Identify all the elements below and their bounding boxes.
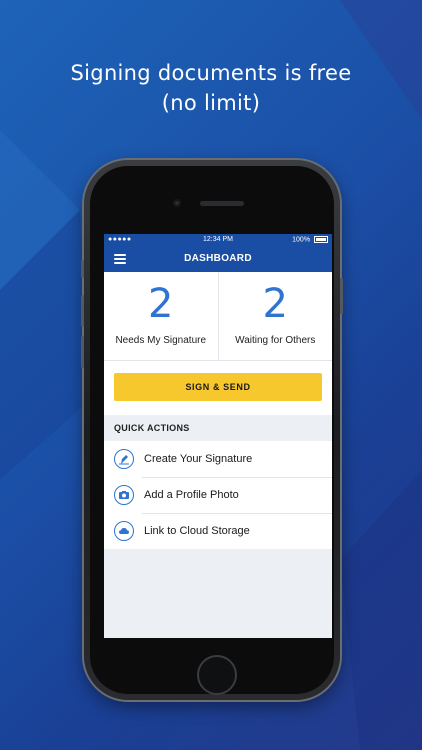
count-label: Needs My Signature <box>115 335 207 346</box>
status-bar: ●●●●● 12:34 PM 100% <box>104 234 332 246</box>
quick-action-add-profile-photo[interactable]: Add a Profile Photo <box>104 477 332 513</box>
quick-action-label: Link to Cloud Storage <box>144 525 250 537</box>
quick-action-label: Create Your Signature <box>144 453 253 465</box>
quick-actions-list: Create Your Signature Add a Profile Phot… <box>104 441 332 549</box>
phone-power-button <box>340 278 343 314</box>
quick-action-label: Add a Profile Photo <box>144 489 239 501</box>
count-value: 2 <box>148 281 174 327</box>
quick-action-create-signature[interactable]: Create Your Signature <box>104 441 332 477</box>
waiting-for-others-tile[interactable]: 2 Waiting for Others <box>217 272 333 360</box>
nav-bar: DASHBOARD <box>104 246 332 272</box>
quick-action-link-cloud-storage[interactable]: Link to Cloud Storage <box>104 513 332 549</box>
home-button[interactable] <box>197 655 237 695</box>
front-camera <box>173 199 181 207</box>
phone-frame: ●●●●● 12:34 PM 100% DASHBOARD 2 Needs My… <box>81 160 343 700</box>
battery-indicator: 100% <box>292 236 328 243</box>
phone-bezel: ●●●●● 12:34 PM 100% DASHBOARD 2 Needs My… <box>90 166 334 695</box>
cta-section: SIGN & SEND <box>104 361 332 415</box>
quick-actions-heading: QUICK ACTIONS <box>104 415 332 441</box>
battery-icon <box>314 236 328 243</box>
camera-icon <box>114 485 134 505</box>
phone-volume-down <box>81 336 84 368</box>
phone-volume-up <box>81 295 84 327</box>
sign-and-send-button[interactable]: SIGN & SEND <box>114 373 322 401</box>
count-value: 2 <box>262 281 288 327</box>
page-title: DASHBOARD <box>184 253 252 264</box>
pen-icon <box>114 449 134 469</box>
document-counts: 2 Needs My Signature 2 Waiting for Other… <box>104 272 332 361</box>
count-label: Waiting for Others <box>235 335 316 346</box>
cloud-icon <box>114 521 134 541</box>
earpiece-speaker <box>200 201 244 206</box>
battery-percent: 100% <box>292 236 311 244</box>
promo-headline-line2: (no limit) <box>161 91 261 115</box>
phone-mute-switch <box>81 260 84 278</box>
app-screen: ●●●●● 12:34 PM 100% DASHBOARD 2 Needs My… <box>104 234 332 638</box>
promo-headline-line1: Signing documents is free <box>70 61 352 85</box>
promo-headline: Signing documents is free (no limit) <box>0 58 422 118</box>
needs-my-signature-tile[interactable]: 2 Needs My Signature <box>104 272 218 360</box>
